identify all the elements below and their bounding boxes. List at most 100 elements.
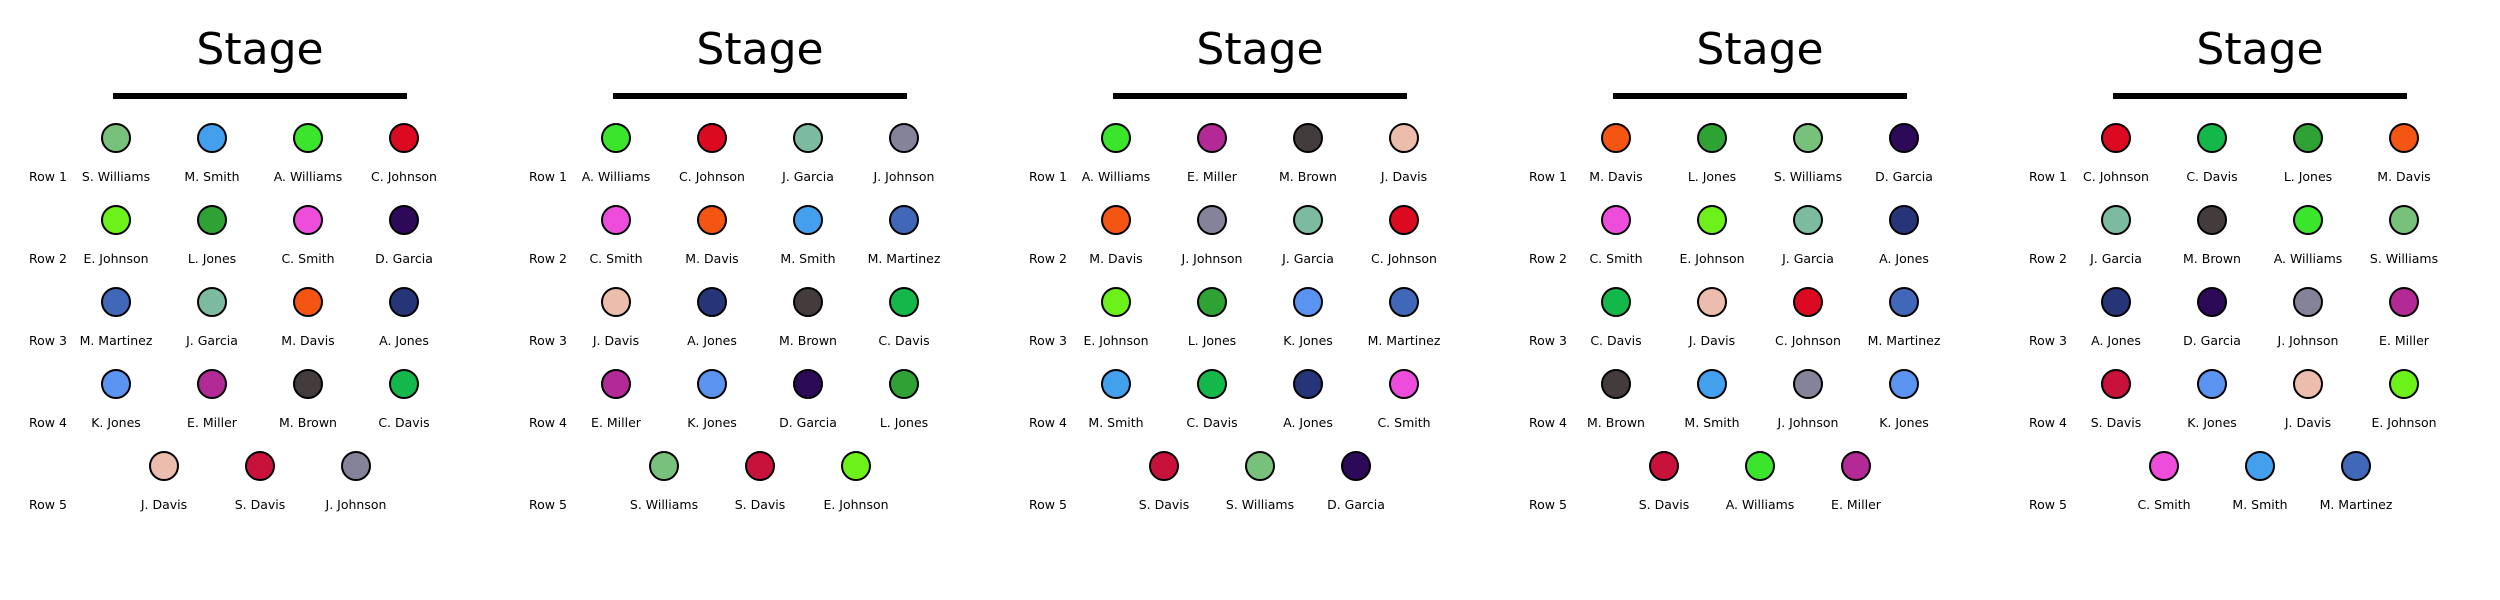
seat-dot — [1293, 123, 1323, 153]
seat-dot — [2389, 123, 2419, 153]
seat-dot — [197, 369, 227, 399]
seat-dot — [1793, 205, 1823, 235]
seat-dot — [2389, 369, 2419, 399]
seat-dot — [1101, 369, 1131, 399]
stage-line — [1613, 93, 1907, 99]
seat-dot — [2101, 287, 2131, 317]
seat-name: J. Johnson — [325, 497, 387, 512]
stage-title: Stage — [696, 24, 824, 75]
seat-dot — [1889, 123, 1919, 153]
seat-dot — [793, 205, 823, 235]
seat-dot — [1389, 287, 1419, 317]
seat-name: K. Jones — [1879, 415, 1929, 430]
seat-name: L. Jones — [879, 415, 929, 430]
seat-dot — [601, 369, 631, 399]
row-label: Row 5 — [29, 497, 67, 512]
seat-dot — [1389, 123, 1419, 153]
seat-dot — [1697, 205, 1727, 235]
seat-dot — [793, 369, 823, 399]
seating-panel: Stage Row 1 S. Williams M. Smith A. Williams… — [0, 0, 500, 600]
row-label: Row 5 — [1029, 497, 1067, 512]
seat-name: M. Martinez — [1367, 333, 1441, 348]
seat-dot — [841, 451, 871, 481]
stage-title: Stage — [196, 24, 324, 75]
seat-dot — [2389, 287, 2419, 317]
seat-dot — [2341, 451, 2371, 481]
seat-name: D. Garcia — [1875, 169, 1933, 184]
seat-dot — [101, 369, 131, 399]
seat-dot — [1245, 451, 1275, 481]
seat-dot — [2197, 369, 2227, 399]
seat-dot — [1601, 369, 1631, 399]
seat-dot — [1793, 287, 1823, 317]
seat-dot — [2197, 123, 2227, 153]
seat-dot — [1889, 205, 1919, 235]
seat-name: E. Johnson — [2371, 415, 2437, 430]
seat-dot — [1697, 123, 1727, 153]
seat-dot — [2245, 451, 2275, 481]
seat-dot — [389, 369, 419, 399]
seat-dot — [1197, 123, 1227, 153]
seat-dot — [1793, 123, 1823, 153]
seat-name: J. Johnson — [873, 169, 935, 184]
stage-title: Stage — [1196, 24, 1324, 75]
seat-dot — [1293, 287, 1323, 317]
seat-dot — [101, 123, 131, 153]
seat-dot — [1149, 451, 1179, 481]
seat-dot — [745, 451, 775, 481]
stage-line — [613, 93, 907, 99]
seat-dot — [389, 123, 419, 153]
seat-dot — [1197, 287, 1227, 317]
seat-dot — [697, 123, 727, 153]
seat-dot — [2149, 451, 2179, 481]
seating-panel: Stage Row 1 A. Williams C. Johnson J. Garcia… — [500, 0, 1000, 600]
seat-dot — [2293, 287, 2323, 317]
seat-dot — [601, 287, 631, 317]
seat-name: C. Davis — [878, 333, 930, 348]
row-label: Row 5 — [529, 497, 567, 512]
seat-dot — [1601, 123, 1631, 153]
seat-dot — [2197, 287, 2227, 317]
seat-dot — [1197, 205, 1227, 235]
seat-name: E. Miller — [2379, 333, 2429, 348]
seat-dot — [1889, 369, 1919, 399]
seat-dot — [245, 451, 275, 481]
seat-dot — [1341, 451, 1371, 481]
stage-line — [2113, 93, 2407, 99]
stage-title: Stage — [1696, 24, 1824, 75]
seat-dot — [197, 287, 227, 317]
seat-dot — [341, 451, 371, 481]
seat-dot — [697, 369, 727, 399]
seat-dot — [1889, 287, 1919, 317]
seat-dot — [2101, 123, 2131, 153]
seat-name: D. Garcia — [375, 251, 433, 266]
seat-dot — [293, 287, 323, 317]
seat-dot — [389, 205, 419, 235]
seat-dot — [1293, 369, 1323, 399]
seat-dot — [793, 287, 823, 317]
seating-panel: Stage Row 1 C. Johnson C. Davis L. Jones M. D… — [2000, 0, 2500, 600]
seat-name: A. Jones — [1879, 251, 1929, 266]
seat-dot — [101, 205, 131, 235]
row-label: Row 5 — [1529, 497, 1567, 512]
seat-dot — [697, 287, 727, 317]
seat-dot — [1697, 369, 1727, 399]
seat-name: C. Davis — [378, 415, 430, 430]
seat-dot — [2389, 205, 2419, 235]
seat-dot — [1745, 451, 1775, 481]
seat-dot — [1841, 451, 1871, 481]
seat-dot — [889, 205, 919, 235]
stage-line — [1113, 93, 1407, 99]
seat-dot — [889, 123, 919, 153]
seat-dot — [2101, 205, 2131, 235]
seat-dot — [1197, 369, 1227, 399]
seat-name: M. Martinez — [1867, 333, 1941, 348]
seat-name: D. Garcia — [1327, 497, 1385, 512]
seat-dot — [2293, 205, 2323, 235]
stage-title: Stage — [2196, 24, 2324, 75]
seat-dot — [149, 451, 179, 481]
seat-name: C. Johnson — [371, 169, 437, 184]
seat-dot — [197, 123, 227, 153]
seat-dot — [1793, 369, 1823, 399]
seat-dot — [1601, 205, 1631, 235]
